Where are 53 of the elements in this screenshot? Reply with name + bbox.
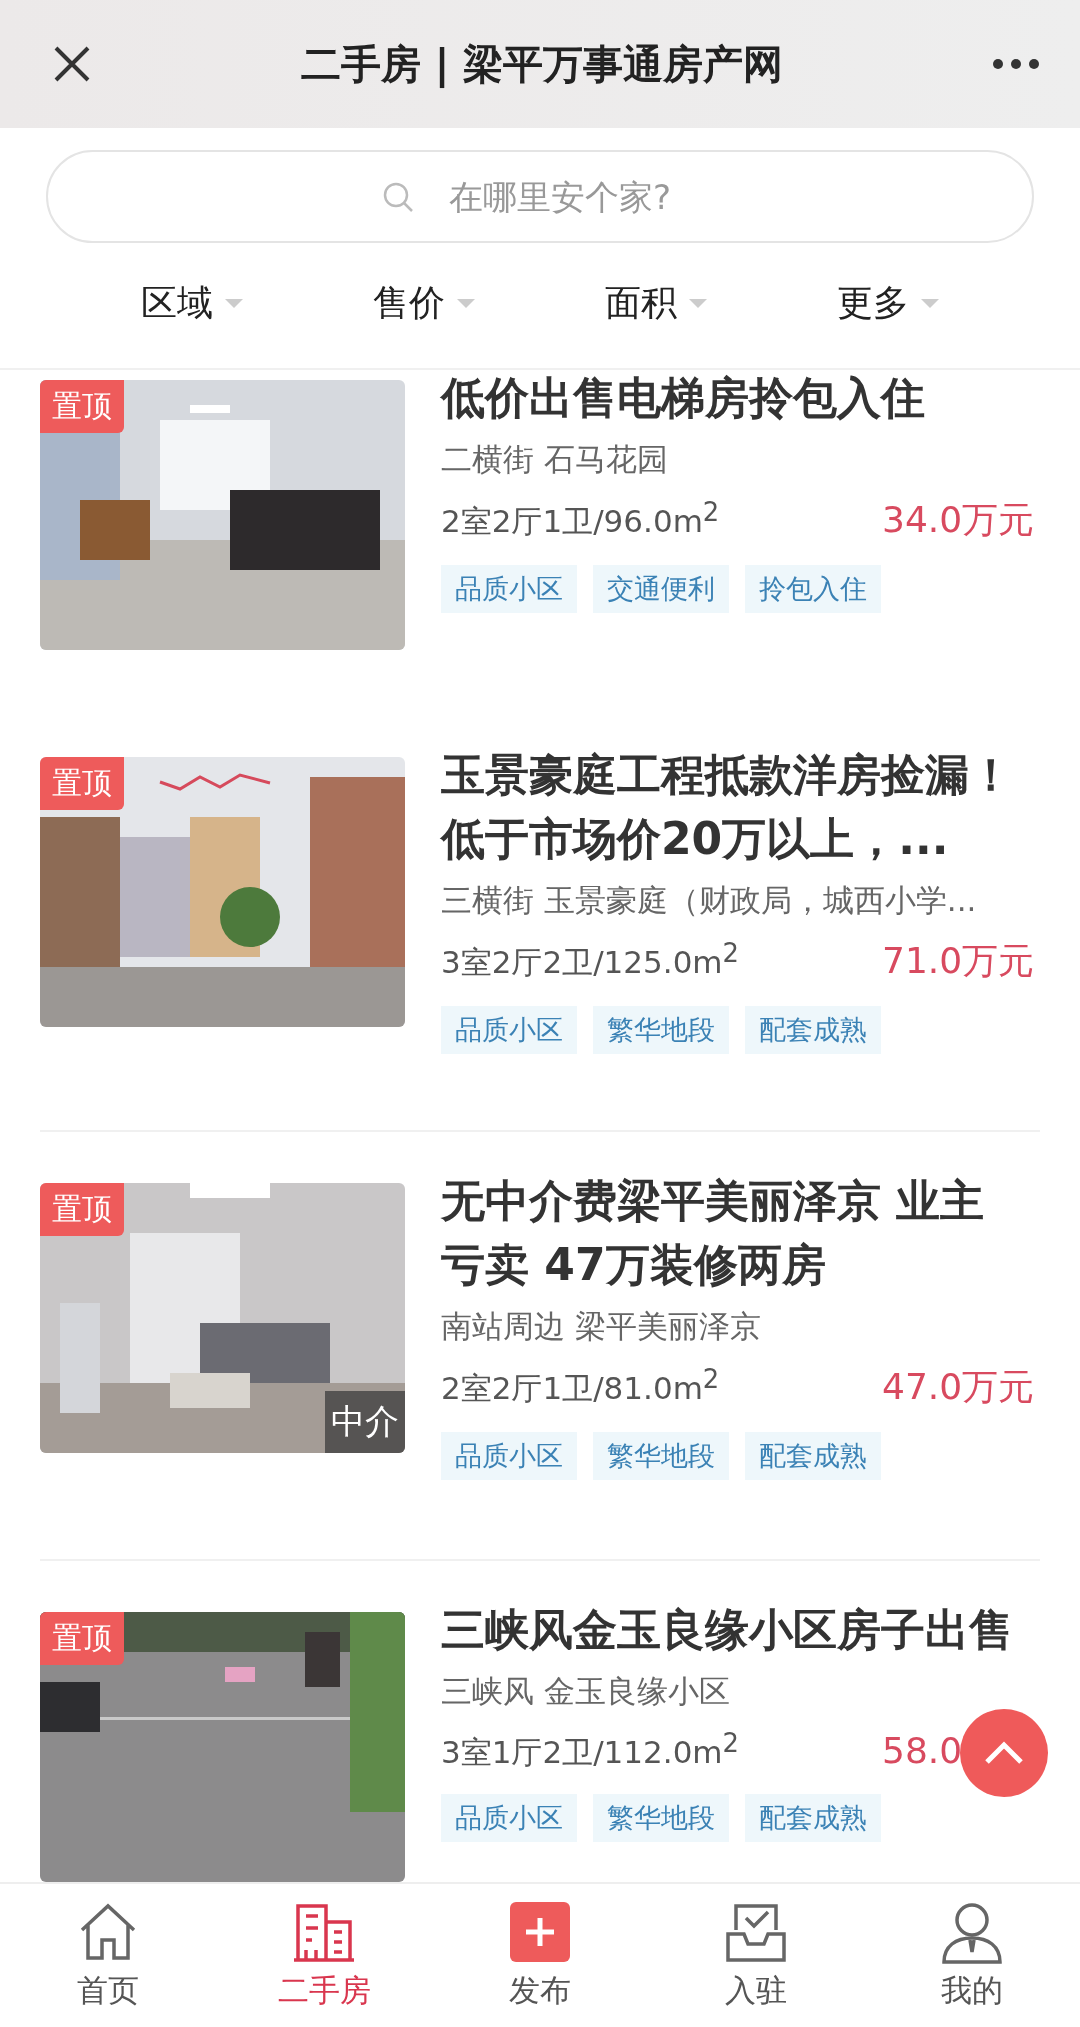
listing-tag: 交通便利 — [593, 565, 729, 613]
listing-tag: 配套成熟 — [745, 1006, 881, 1054]
listing-location: 三横街 玉景豪庭（财政局，城西小学... — [441, 881, 977, 920]
listing-tag: 繁华地段 — [593, 1432, 729, 1480]
search-field[interactable]: 在哪里安个家? — [46, 150, 1034, 243]
listing-layout: 2室2厅1卫/81.0m$^{2}$ — [441, 1363, 720, 1408]
filter-dropdown[interactable]: 区域 — [76, 271, 308, 336]
listing-location: 二横街 石马花园 — [441, 440, 668, 479]
listing-layout: 3室2厅2卫/125.0m$^{2}$ — [441, 937, 739, 982]
filter-dropdown[interactable]: 更多 — [772, 271, 1004, 336]
listing-tag: 品质小区 — [441, 1794, 577, 1843]
listing-title[interactable]: 低价出售电梯房拎包入住 — [441, 370, 1021, 430]
nav-tab[interactable]: 二手房 — [216, 1884, 432, 2027]
pin-badge: 置顶 — [40, 757, 124, 810]
page-title: 二手房 | 梁平万事通房产网 — [299, 39, 785, 90]
caret-icon — [921, 299, 939, 308]
listing-title[interactable]: 玉景豪庭工程抵款洋房捡漏！低于市场价20万以上，... — [441, 743, 1021, 871]
listing-tag: 品质小区 — [441, 565, 577, 613]
listing-tag: 品质小区 — [441, 1432, 577, 1480]
nav-tab[interactable]: 入驻 — [648, 1884, 864, 2027]
filter-dropdown[interactable]: 售价 — [308, 271, 540, 336]
listing-tag: 拎包入住 — [745, 565, 881, 613]
listing-location: 南站周边 梁平美丽泽京 — [441, 1307, 761, 1346]
listing-tag: 品质小区 — [441, 1006, 577, 1054]
listing-location: 三峡风 金玉良缘小区 — [441, 1672, 730, 1711]
agent-label: 中介 — [325, 1391, 405, 1453]
search-icon — [382, 181, 414, 213]
listing-price: 47.0万元 — [882, 1366, 1035, 1407]
filter-dropdown[interactable]: 面积 — [540, 271, 772, 336]
close-icon[interactable] — [52, 44, 92, 84]
listing-tag: 配套成熟 — [745, 1432, 881, 1480]
nav-tab[interactable]: 我的 — [864, 1884, 1080, 2027]
listing-tag: 配套成熟 — [745, 1794, 881, 1843]
listing-title[interactable]: 无中介费梁平美丽泽京 业主亏卖 47万装修两房 — [441, 1169, 1021, 1297]
more-icon[interactable] — [992, 58, 1040, 70]
pin-badge: 置顶 — [40, 1612, 124, 1665]
caret-icon — [457, 299, 475, 308]
pin-badge: 置顶 — [40, 380, 124, 433]
nav-tab[interactable]: 发布 — [432, 1884, 648, 2027]
listing-tag: 繁华地段 — [593, 1794, 729, 1843]
plus-icon — [508, 1899, 572, 1964]
listing-layout: 2室2厅1卫/96.0m$^{2}$ — [441, 496, 720, 541]
listing-price: 34.0万元 — [882, 499, 1035, 540]
listing-title[interactable]: 三峡风金玉良缘小区房子出售 — [441, 1598, 1021, 1662]
listing-layout: 3室1厅2卫/112.0m$^{2}$ — [441, 1728, 739, 1773]
listing-price: 71.0万元 — [882, 940, 1035, 981]
caret-icon — [225, 299, 243, 308]
caret-icon — [689, 299, 707, 308]
pin-badge: 置顶 — [40, 1183, 124, 1236]
nav-tab[interactable]: 首页 — [0, 1884, 216, 2027]
listing-price: 58.0 — [882, 1730, 963, 1772]
chevron-up-icon — [984, 1741, 1024, 1765]
listing-tag: 繁华地段 — [593, 1006, 729, 1054]
